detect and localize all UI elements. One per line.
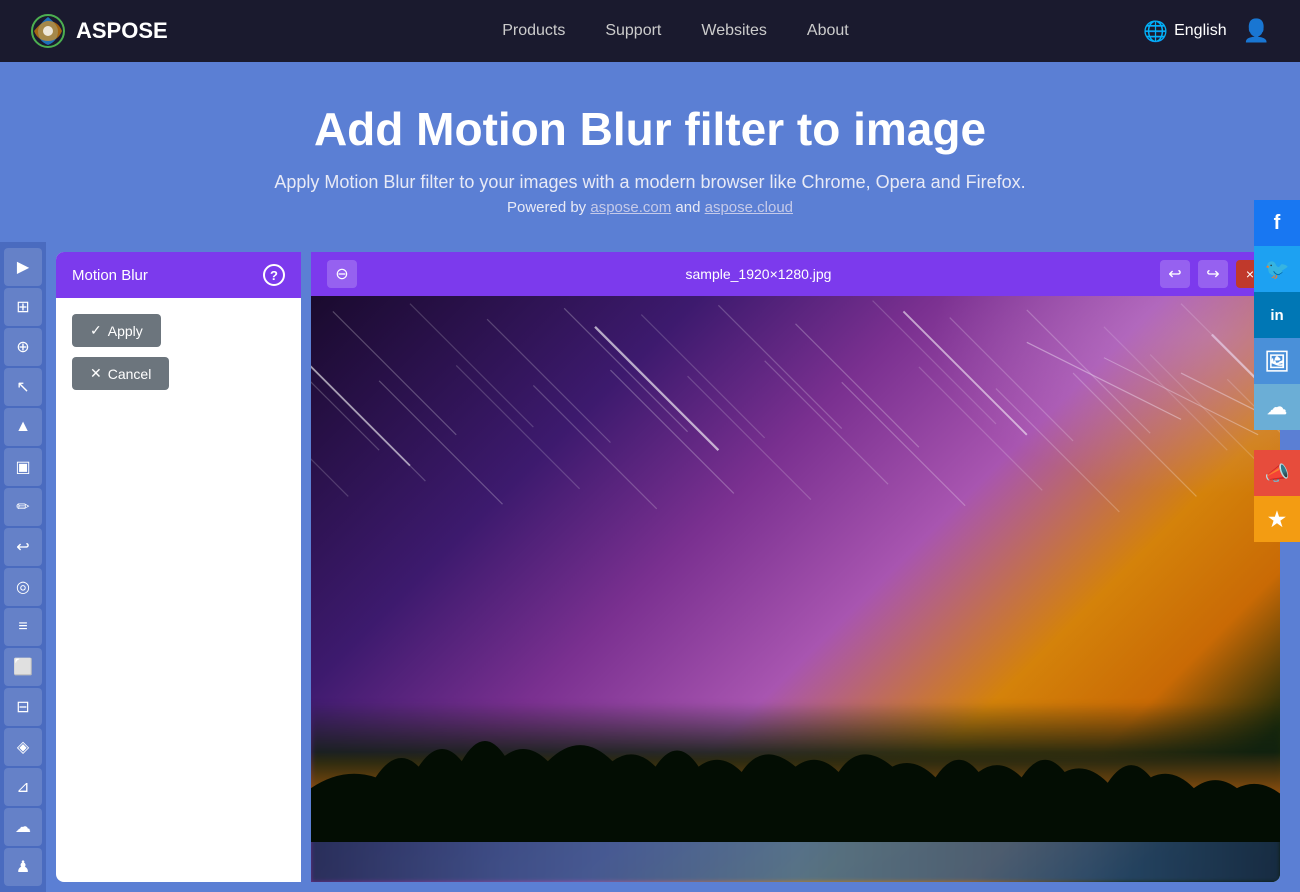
social-panel: f 🐦 in 🖼 ☁ 📣 ★ [1254, 200, 1300, 542]
logo[interactable]: ASPOSE [30, 13, 168, 49]
tool-grid[interactable]: ⊟ [4, 688, 42, 726]
filter-header: Motion Blur ? [56, 252, 301, 298]
announce-button[interactable]: 📣 [1254, 450, 1300, 496]
nav-about[interactable]: About [807, 22, 849, 40]
image-content [311, 296, 1280, 882]
linkedin-button[interactable]: in [1254, 292, 1300, 338]
language-button[interactable]: 🌐 English [1143, 19, 1226, 44]
filters-sidebar: Motion Blur ? ✓ Apply ✕ Cancel [56, 252, 301, 882]
nav-support[interactable]: Support [605, 22, 661, 40]
xmark-icon: ✕ [90, 365, 102, 382]
nav-links: Products Support Websites About [208, 22, 1144, 40]
nav-websites[interactable]: Websites [701, 22, 767, 40]
tool-forward[interactable]: ▶ [4, 248, 42, 286]
filter-actions: ✓ Apply ✕ Cancel [56, 298, 301, 406]
tool-picture[interactable]: ⬜ [4, 648, 42, 686]
language-label: English [1174, 22, 1226, 40]
toolbar-right: ↩ ↪ × [1160, 260, 1264, 288]
checkmark-icon: ✓ [90, 322, 102, 339]
left-toolbar: ▶ ⊞ ⊕ ↖ ▲ ▣ ✏ ↩ ◎ ≡ ⬜ ⊟ ◈ ⊿ ☁ ♟ [0, 242, 46, 892]
powered-link-2[interactable]: aspose.cloud [705, 199, 793, 216]
zoom-out-button[interactable]: ⊖ [327, 260, 357, 288]
filter-help-button[interactable]: ? [263, 264, 285, 286]
tool-undo[interactable]: ↩ [4, 528, 42, 566]
tool-draw[interactable]: ✏ [4, 488, 42, 526]
apply-button[interactable]: ✓ Apply [72, 314, 161, 347]
filter-title: Motion Blur [72, 267, 148, 284]
tool-photo[interactable]: ▣ [4, 448, 42, 486]
navbar: ASPOSE Products Support Websites About 🌐… [0, 0, 1300, 62]
star-button[interactable]: ★ [1254, 496, 1300, 542]
tool-adjust[interactable]: ⊿ [4, 768, 42, 806]
tool-color[interactable]: ◈ [4, 728, 42, 766]
nav-products[interactable]: Products [502, 22, 565, 40]
image-toolbar: ⊖ sample_1920×1280.jpg ↩ ↪ × [311, 252, 1280, 296]
editor-panel: Motion Blur ? ✓ Apply ✕ Cancel ⊖ [46, 242, 1300, 892]
hero-section: Add Motion Blur filter to image Apply Mo… [0, 62, 1300, 242]
logo-icon [30, 13, 66, 49]
tool-cloud[interactable]: ☁ [4, 808, 42, 846]
globe-icon: 🌐 [1143, 19, 1168, 44]
navbar-right: 🌐 English 👤 [1143, 18, 1270, 44]
tool-layers[interactable]: ⊞ [4, 288, 42, 326]
image-filename: sample_1920×1280.jpg [686, 266, 832, 282]
redo-button[interactable]: ↪ [1198, 260, 1228, 288]
powered-text: Powered by aspose.com and aspose.cloud [20, 199, 1280, 216]
tool-user[interactable]: ♟ [4, 848, 42, 886]
nebula-glow [930, 296, 1280, 496]
image-placeholder [311, 296, 1280, 882]
tool-pointer[interactable]: ↖ [4, 368, 42, 406]
page-title: Add Motion Blur filter to image [20, 102, 1280, 156]
toolbar-left: ⊖ [327, 260, 357, 288]
powered-link-1[interactable]: aspose.com [590, 199, 671, 216]
tool-mountain[interactable]: ▲ [4, 408, 42, 446]
cloud-share-button[interactable]: ☁ [1254, 384, 1300, 430]
facebook-button[interactable]: f [1254, 200, 1300, 246]
tool-zoom[interactable]: ⊕ [4, 328, 42, 366]
tool-eye[interactable]: ◎ [4, 568, 42, 606]
user-icon[interactable]: 👤 [1243, 18, 1270, 44]
trees-svg [311, 712, 1280, 842]
tool-document[interactable]: ≡ [4, 608, 42, 646]
twitter-button[interactable]: 🐦 [1254, 246, 1300, 292]
hero-subtitle: Apply Motion Blur filter to your images … [20, 172, 1280, 193]
cancel-button[interactable]: ✕ Cancel [72, 357, 169, 390]
image-viewer: ⊖ sample_1920×1280.jpg ↩ ↪ × [311, 252, 1280, 882]
main-area: ▶ ⊞ ⊕ ↖ ▲ ▣ ✏ ↩ ◎ ≡ ⬜ ⊟ ◈ ⊿ ☁ ♟ Motion B… [0, 242, 1300, 892]
image-share-button[interactable]: 🖼 [1254, 338, 1300, 384]
logo-text: ASPOSE [76, 18, 168, 44]
undo-button[interactable]: ↩ [1160, 260, 1190, 288]
toolbar-center: sample_1920×1280.jpg [686, 266, 832, 282]
